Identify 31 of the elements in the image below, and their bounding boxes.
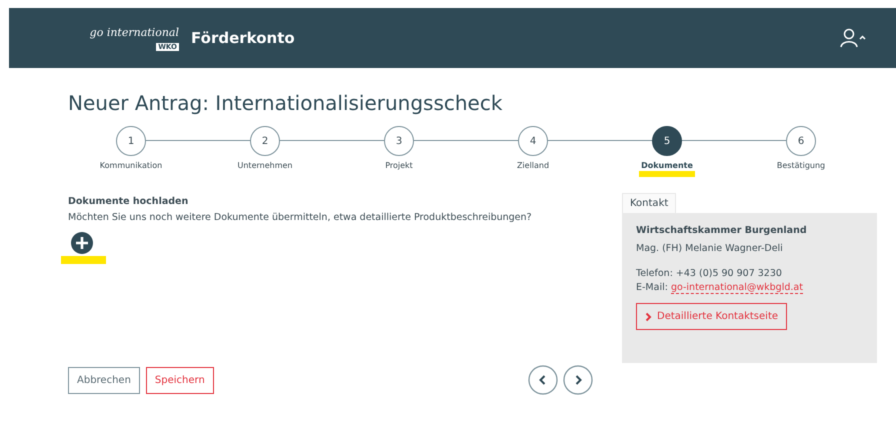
email-link[interactable]: go-international@wkbgld.at <box>670 282 803 294</box>
logo-text: go international <box>90 26 179 38</box>
organisation-name: Wirtschaftskammer Burgenland <box>636 225 808 236</box>
step-label: Unternehmen <box>238 161 292 170</box>
phone-number: Telefon: +43 (0)5 90 907 3230 <box>636 268 783 279</box>
page-title: Neuer Antrag: Internationalisierungsscheck <box>68 90 504 117</box>
section-heading: Dokumente hochladen <box>68 196 190 207</box>
step-circle[interactable]: 2 <box>250 126 280 156</box>
step-label: Bestätigung <box>776 161 826 170</box>
user-icon[interactable] <box>840 28 866 48</box>
step-label: Dokumente <box>641 161 693 170</box>
add-icon[interactable] <box>71 232 93 254</box>
header-title: Förderkonto <box>191 29 295 47</box>
step-circle[interactable]: 6 <box>786 126 816 156</box>
contact-person: Mag. (FH) Melanie Wagner-Deli <box>636 243 784 254</box>
chevron-right-icon <box>645 312 652 322</box>
next-button[interactable] <box>562 365 593 395</box>
previous-button[interactable] <box>528 365 558 395</box>
contact-page-button[interactable]: Detaillierte Kontaktseite <box>636 303 788 330</box>
step-label: Kommunikation <box>100 161 162 170</box>
upload-question: Möchten Sie uns noch weitere Dokumente übermitteln, etwa detaillierte Produktbeschreibungen? <box>68 212 533 223</box>
step-label: Zielland <box>516 161 550 170</box>
contact-tab[interactable]: Kontakt <box>622 193 676 213</box>
step-circle[interactable]: 1 <box>116 126 146 156</box>
step-circle[interactable]: 4 <box>518 126 548 156</box>
cancel-button[interactable]: Abbrechen <box>68 366 140 394</box>
email-label: E-Mail: <box>636 282 668 293</box>
step-circle[interactable]: 3 <box>384 126 414 156</box>
step-circle[interactable]: 5 <box>652 126 682 156</box>
save-button[interactable]: Speichern <box>146 366 214 394</box>
step-label: Projekt <box>385 161 413 170</box>
